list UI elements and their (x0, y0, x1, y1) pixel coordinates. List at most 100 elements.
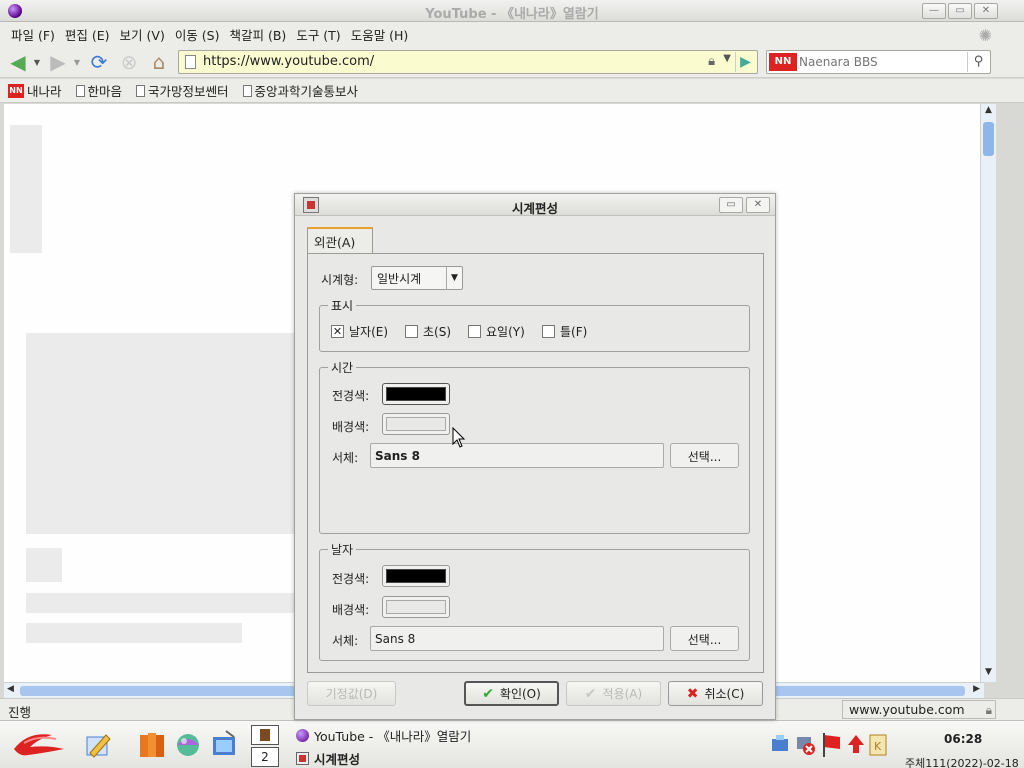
date-font-select-button[interactable]: 선택... (670, 626, 739, 651)
time-group: 시간 전경색: 배경색: 서체: Sans 8 선택... (319, 359, 750, 534)
menu-view[interactable]: 보기 (V) (115, 25, 170, 44)
scroll-left-icon[interactable]: ◀ (7, 684, 14, 694)
dialog-maximize-button[interactable]: ▭ (719, 197, 743, 213)
document-icon (136, 84, 146, 97)
clock-type-label: 시계형: (321, 273, 359, 287)
forward-arrow-icon[interactable]: ▶ (44, 50, 72, 74)
home-icon[interactable]: ⌂ (146, 50, 172, 74)
bookmark-item[interactable]: 중앙과학기술통보사 (242, 81, 359, 100)
date-bg-label: 배경색: (332, 603, 370, 617)
date-fg-color-button[interactable] (382, 565, 450, 587)
search-magnifier-icon[interactable]: ⚲ (967, 52, 989, 72)
cancel-button[interactable]: ✖ 취소(C) (668, 681, 763, 706)
document-icon (75, 84, 85, 97)
maximize-button[interactable]: ▭ (948, 3, 972, 19)
back-arrow-icon[interactable]: ◀ (4, 50, 32, 74)
media-player-icon[interactable] (210, 729, 238, 759)
date-fg-swatch (386, 569, 446, 583)
window-title: YouTube - 《내나라》열람기 (425, 7, 599, 22)
flag-icon[interactable] (820, 729, 844, 759)
start-menu-icon[interactable] (8, 727, 70, 763)
scroll-thumb[interactable] (983, 122, 994, 156)
url-text[interactable]: https://www.youtube.com/ (203, 54, 374, 69)
task-clock-settings[interactable]: 시계편성 (296, 749, 360, 768)
search-input[interactable] (799, 53, 959, 71)
navigation-bar: ◀ ▼ ▶ ▼ ⟳ ⊗ ⌂ https://www.youtube.com/ 🔒… (0, 46, 1024, 78)
dialog-icon (296, 752, 309, 765)
status-url: www.youtube.com 🔒︎ (842, 700, 996, 719)
browser-globe-icon (296, 729, 309, 742)
vertical-scrollbar[interactable]: ▲ ▼ (980, 104, 996, 682)
checkbox-frame[interactable]: 틀(F) (542, 323, 587, 340)
url-history-dropdown-icon[interactable]: ▼ (723, 53, 731, 64)
close-button[interactable]: ✕ (974, 3, 998, 19)
bookmark-item[interactable]: NN 내나라 (8, 81, 62, 100)
scroll-up-icon[interactable]: ▲ (981, 105, 996, 119)
go-arrow-icon[interactable]: ▶ (735, 52, 755, 72)
clock-date[interactable]: 주체111(2022)-02-18 (905, 755, 1019, 768)
checkbox-label: 날자(E) (349, 325, 389, 339)
checkbox-unchecked-icon (468, 325, 481, 338)
checkbox-weekday[interactable]: 요일(Y) (468, 323, 525, 340)
books-icon[interactable] (138, 729, 166, 759)
menu-tools[interactable]: 도구 (T) (291, 25, 345, 44)
workspace-switcher-active[interactable] (251, 725, 279, 745)
back-history-dropdown-icon[interactable]: ▼ (32, 50, 42, 74)
throbber-icon: ✺ (978, 26, 992, 45)
loading-placeholder (26, 593, 296, 613)
date-group: 날자 전경색: 배경색: 서체: Sans 8 선택... (319, 541, 750, 661)
clock-time[interactable]: 06:28 (944, 732, 982, 746)
menu-go[interactable]: 이동 (S) (170, 25, 225, 44)
document-icon (242, 84, 252, 97)
menu-edit[interactable]: 편집 (E) (60, 25, 115, 44)
bookmark-label: 국가망정보쎈터 (148, 84, 229, 99)
network-icon[interactable] (770, 729, 792, 759)
time-group-legend: 시간 (328, 359, 357, 376)
date-bg-color-button[interactable] (382, 596, 450, 618)
security-lock-icon[interactable]: 🔒︎ (708, 54, 715, 69)
checkbox-seconds[interactable]: 초(S) (405, 323, 451, 340)
checkbox-date[interactable]: ✕ 날자(E) (331, 323, 388, 340)
editor-pencil-icon[interactable] (84, 729, 112, 759)
time-fg-color-button[interactable] (382, 383, 450, 405)
scroll-down-icon[interactable]: ▼ (981, 667, 996, 681)
forward-history-dropdown-icon[interactable]: ▼ (72, 50, 82, 74)
apply-button[interactable]: ✔ 적용(A) (566, 681, 661, 706)
menu-bookmarks[interactable]: 책갈피 (B) (225, 25, 292, 44)
network-disconnected-icon[interactable] (795, 729, 817, 759)
tab-appearance[interactable]: 외관(A) (307, 227, 373, 254)
checkbox-label: 틀(F) (560, 325, 588, 339)
defaults-button[interactable]: 기정값(D) (307, 681, 396, 706)
apply-button-label: 적용(A) (602, 687, 643, 701)
reload-icon[interactable]: ⟳ (86, 50, 112, 74)
stop-icon[interactable]: ⊗ (116, 50, 142, 74)
search-engine-icon[interactable]: NN (769, 53, 797, 71)
time-font-select-button[interactable]: 선택... (670, 443, 739, 468)
ok-button[interactable]: ✔ 확인(O) (464, 681, 559, 706)
update-arrow-icon[interactable] (846, 729, 866, 759)
browser-globe-icon[interactable] (174, 729, 202, 759)
time-bg-color-button[interactable] (382, 413, 450, 435)
time-fg-swatch (386, 387, 446, 401)
menu-help[interactable]: 도움말 (H) (346, 25, 414, 44)
search-box[interactable]: NN ⚲ (766, 50, 991, 74)
workspace-switcher[interactable]: 2 (251, 747, 279, 767)
bookmark-item[interactable]: 국가망정보쎈터 (136, 81, 229, 100)
minimize-button[interactable]: — (922, 3, 946, 19)
display-group: 표시 ✕ 날자(E) 초(S) 요일(Y) 틀(F) (319, 297, 750, 352)
url-bar[interactable]: https://www.youtube.com/ 🔒︎ ▼ ▶ (178, 50, 758, 74)
clock-type-select[interactable]: 일반시계 ▼ (371, 266, 463, 290)
task-label: YouTube - 《내나라》열람기 (314, 729, 472, 744)
keyboard-layout-icon[interactable]: K (868, 729, 888, 759)
menu-file[interactable]: 파일 (F) (6, 25, 60, 44)
task-browser[interactable]: YouTube - 《내나라》열람기 (296, 726, 471, 745)
bookmark-label: 중앙과학기술통보사 (254, 84, 359, 99)
time-fg-label: 전경색: (332, 389, 370, 403)
task-label: 시계편성 (314, 752, 361, 767)
dialog-close-button[interactable]: ✕ (746, 197, 770, 213)
scroll-right-icon[interactable]: ▶ (973, 684, 980, 694)
svg-text:K: K (874, 740, 882, 753)
cancel-x-icon: ✖ (686, 685, 699, 702)
clock-settings-dialog: 시계편성 ▭ ✕ 외관(A) 시계형: 일반시계 ▼ 표시 ✕ 날자(E) 초(… (294, 193, 776, 720)
bookmark-item[interactable]: 한마음 (75, 81, 122, 100)
